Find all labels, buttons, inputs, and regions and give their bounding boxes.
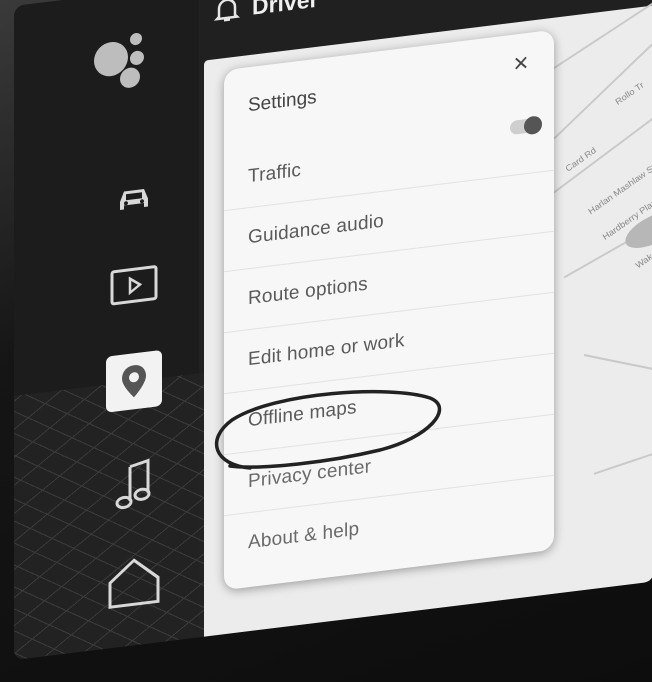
play-icon[interactable] bbox=[106, 254, 162, 317]
menu-item-label: Privacy center bbox=[248, 456, 372, 493]
menu-item-label: Route options bbox=[248, 273, 368, 310]
settings-menu: Traffic Guidance audio Route options Edi… bbox=[224, 109, 554, 577]
menu-item-label: Guidance audio bbox=[248, 210, 384, 249]
map-label: Card Rd bbox=[563, 145, 598, 174]
menu-item-label: Edit home or work bbox=[248, 330, 405, 371]
home-icon[interactable] bbox=[106, 550, 162, 613]
traffic-toggle[interactable] bbox=[510, 115, 542, 136]
map-label: Rollo Tr bbox=[613, 79, 646, 107]
music-note-icon[interactable] bbox=[106, 454, 162, 517]
maps-pin-icon[interactable] bbox=[106, 349, 162, 413]
bell-icon[interactable] bbox=[214, 0, 240, 25]
infotainment-screen: Driver Card Rd Harlan Mashlaw St Hardber… bbox=[14, 0, 652, 660]
assistant-icon[interactable] bbox=[94, 30, 164, 99]
app-rail bbox=[14, 0, 314, 660]
top-bar: Driver bbox=[214, 0, 318, 41]
settings-panel: Settings × Traffic Guidance audio Route … bbox=[224, 29, 554, 591]
menu-item-label: Offline maps bbox=[248, 396, 357, 432]
menu-item-label: About & help bbox=[248, 518, 360, 554]
car-icon[interactable] bbox=[106, 166, 162, 229]
toggle-knob bbox=[524, 115, 542, 136]
menu-item-label: Traffic bbox=[248, 159, 302, 188]
close-icon: × bbox=[513, 46, 529, 79]
profile-label[interactable]: Driver bbox=[252, 0, 318, 20]
settings-title: Settings bbox=[248, 86, 317, 117]
close-button[interactable]: × bbox=[506, 46, 536, 80]
